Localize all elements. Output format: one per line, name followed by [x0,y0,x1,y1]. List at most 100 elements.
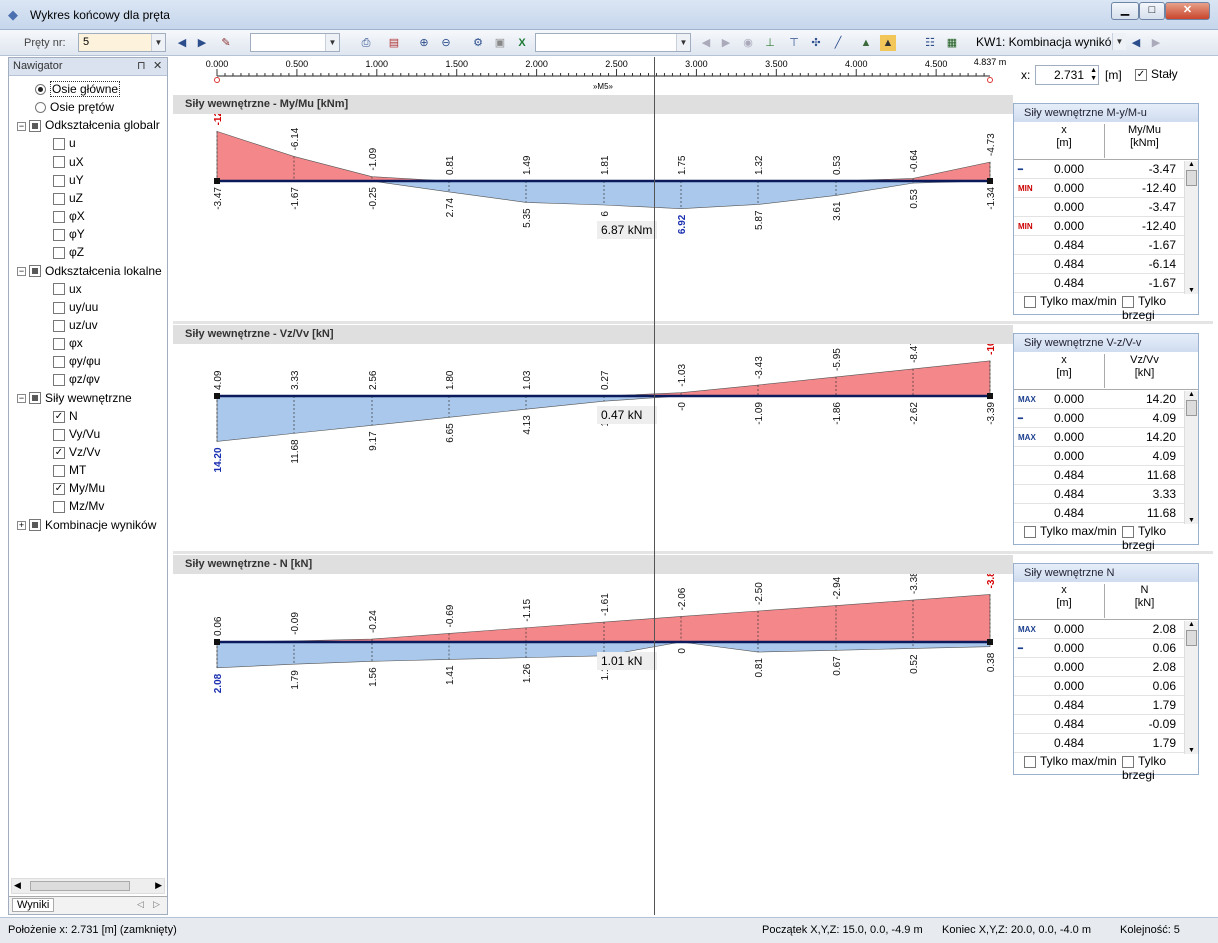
axes-icon[interactable]: ✣ [808,35,824,51]
table-row[interactable]: 0.000 -3.47 [1014,198,1184,217]
nav-item[interactable]: φZ [53,243,84,261]
checkbox-icon[interactable] [53,301,65,314]
nav-item[interactable]: φx [53,334,83,352]
checkbox-icon[interactable] [53,283,65,296]
nav-item[interactable]: φy/φu [53,352,101,370]
table-row[interactable]: 0.484 1.79 [1014,696,1184,715]
pick-member-icon[interactable]: ✎ [218,35,234,51]
nav-item[interactable]: φz/φv [53,370,100,388]
prev-icon[interactable]: ◀ [698,35,714,51]
nav-item[interactable]: Osie prętów [35,98,114,116]
table-row[interactable]: MIN 0.000 -12.40 [1014,179,1184,198]
loadcase-select[interactable]: ▼ [250,33,340,52]
table-row[interactable]: MAX 0.000 14.20 [1014,428,1184,447]
only-maxmin-checkbox[interactable]: Tylko max/min [1024,524,1117,538]
tab-prev-icon[interactable]: ◁ [137,899,144,910]
vertical-scrollbar[interactable]: ▲ ▼ [1184,391,1198,524]
nav-item[interactable]: φY [53,225,85,243]
minimize-button[interactable]: ▁ [1111,2,1139,20]
nav-item[interactable]: uY [53,171,84,189]
checkbox-icon[interactable] [29,120,41,133]
nav-item[interactable]: MT [53,461,86,479]
vertical-scrollbar[interactable]: ▲ ▼ [1184,161,1198,294]
radio-icon[interactable] [35,84,46,96]
tab-wyniki[interactable]: Wyniki [12,898,55,912]
nav-item[interactable]: ✓ My/Mu [53,479,105,497]
only-edges-checkbox[interactable]: Tylko brzegi [1122,294,1198,322]
only-edges-checkbox[interactable]: Tylko brzegi [1122,754,1198,782]
table-row[interactable]: 0.484 11.68 [1014,504,1184,523]
nav-item[interactable]: uz/uv [53,316,98,334]
nav-item[interactable]: uy/uu [53,298,98,316]
values-icon[interactable]: ▦ [944,35,960,51]
table-row[interactable]: 0.484 -1.67 [1014,274,1184,293]
table-row[interactable]: 0.484 -6.14 [1014,255,1184,274]
scroll-up-icon[interactable]: ▲ [1185,391,1198,398]
table-row[interactable]: ━ 0.000 4.09 [1014,409,1184,428]
nav-item[interactable]: ✓ Vz/Vv [53,443,100,461]
filter-icon[interactable]: ▲ [858,35,874,51]
table-row[interactable]: 0.484 -0.09 [1014,715,1184,734]
nav-item[interactable]: uX [53,153,84,171]
fixed-checkbox[interactable]: ✓ Stały [1135,67,1178,81]
ruler[interactable]: 0.000 0.500 1.000 1.500 2.000 2.500 3.000 3.500… [173,57,1013,95]
table-row[interactable]: MAX 0.000 2.08 [1014,620,1184,639]
nav-item[interactable]: + Kombinacje wyników [17,516,156,534]
checkbox-icon[interactable] [53,428,65,441]
prev-member-icon[interactable]: ◀ [174,35,190,51]
member-select[interactable]: 5 ▼ [78,33,166,52]
table-row[interactable]: ━ 0.000 0.06 [1014,639,1184,658]
checkbox-icon[interactable] [53,192,65,205]
only-maxmin-checkbox[interactable]: Tylko max/min [1024,294,1117,308]
nav-item[interactable]: − Siły wewnętrzne [17,389,132,407]
table-row[interactable]: 0.484 -1.67 [1014,236,1184,255]
settings-icon[interactable]: ⚙ [470,35,486,51]
vertical-scrollbar[interactable]: ▲ ▼ [1184,621,1198,754]
nav-item[interactable]: Mz/Mv [53,497,104,515]
checkbox-icon[interactable] [29,392,41,405]
color-scale-icon[interactable]: ▤ [386,35,402,51]
expand-icon[interactable]: − [17,393,26,403]
table-row[interactable]: 0.484 3.33 [1014,485,1184,504]
support-icon[interactable]: ⊥ [762,35,778,51]
checkbox-icon[interactable] [53,210,65,223]
table-row[interactable]: 0.000 2.08 [1014,658,1184,677]
line-icon[interactable]: ╱ [830,35,846,51]
scroll-up-icon[interactable]: ▲ [1185,161,1198,168]
checkbox-icon[interactable] [53,464,65,477]
checkbox-icon[interactable]: ✓ [53,483,65,496]
scroll-up-icon[interactable]: ▲ [1185,621,1198,628]
zoom-out-icon[interactable]: ⊖ [438,35,454,51]
nav-item[interactable]: φX [53,207,85,225]
radio-icon[interactable] [35,102,46,114]
close-button[interactable]: ✕ [1165,2,1210,20]
prev-combo-icon[interactable]: ◀ [1128,35,1144,51]
checkbox-icon[interactable]: ✓ [53,410,65,423]
highlight-icon[interactable]: ▲ [880,35,896,51]
scroll-thumb[interactable] [1186,400,1197,416]
section-select[interactable]: ▼ [535,33,691,52]
table-icon[interactable]: ☷ [922,35,938,51]
nav-item[interactable]: Osie główne [35,80,121,98]
close-icon[interactable]: ✕ [153,58,162,75]
checkbox-icon[interactable] [53,229,65,242]
checkbox-icon[interactable] [53,174,65,187]
only-maxmin-checkbox[interactable]: Tylko max/min [1024,754,1117,768]
only-edges-checkbox[interactable]: Tylko brzegi [1122,524,1198,552]
view-icon[interactable]: ◉ [740,35,756,51]
diagrams-canvas[interactable]: -12.40-6.14-1.090.811.491.811.751.320.53… [173,95,1013,915]
x-input[interactable]: 2.731 ▲ ▼ [1035,65,1099,85]
next-icon[interactable]: ▶ [718,35,734,51]
table-row[interactable]: 0.000 4.09 [1014,447,1184,466]
scroll-thumb[interactable] [1186,170,1197,186]
nav-item[interactable]: − Odkształcenia lokalne [17,262,162,280]
horizontal-scrollbar[interactable]: ◀ ▶ [11,878,165,894]
nav-item[interactable]: ux [53,280,82,298]
table-row[interactable]: MAX 0.000 14.20 [1014,390,1184,409]
maximize-button[interactable]: □ [1139,2,1165,20]
checkbox-icon[interactable] [53,374,65,387]
table-row[interactable]: 0.484 11.68 [1014,466,1184,485]
checkbox-icon[interactable] [53,356,65,369]
nav-item[interactable]: Vy/Vu [53,425,100,443]
next-combo-icon[interactable]: ▶ [1148,35,1164,51]
